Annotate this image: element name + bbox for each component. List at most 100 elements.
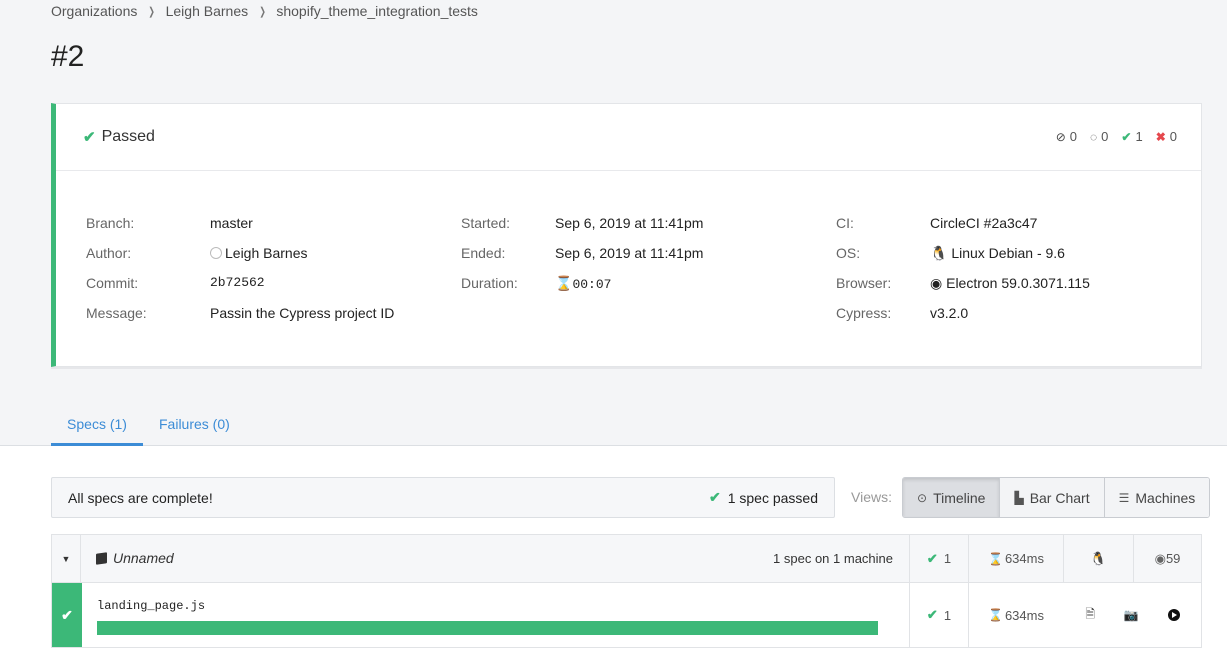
caret-down-icon: ▼ [61, 553, 71, 564]
check-icon: ✔ [1121, 129, 1132, 144]
chevron-right-icon: ❯ [148, 5, 156, 18]
ci-link[interactable]: CircleCI #2a3c47 [930, 215, 1037, 231]
group-browser: ◉ 59 [1133, 535, 1201, 582]
failed-count: ✖ 0 [1155, 129, 1177, 144]
chrome-icon: ◉ [1154, 550, 1166, 566]
passed-count: ✔ 1 [1121, 129, 1143, 144]
spec-row[interactable]: ✔ landing_page.js ✔ 1 ⌛ 634ms 🗎 📷 [51, 583, 1202, 648]
spec-passed: ✔ 1 [909, 583, 968, 647]
hourglass-icon: ⌛ [555, 275, 573, 291]
check-icon: ✔ [926, 607, 938, 622]
alert-message: All specs are complete! [68, 489, 213, 506]
page-title: #2 [51, 40, 85, 73]
spec-passed-status: ✔ [52, 583, 82, 647]
meta-label: Ended: [461, 245, 506, 261]
check-icon: ✔ [83, 129, 96, 146]
meta-duration: Duration: ⌛00:07 [461, 275, 841, 305]
skipped-count: ⊘ 0 [1055, 129, 1078, 144]
specs-complete-alert: All specs are complete! ✔ 1 spec passed [51, 477, 835, 518]
tab-failures[interactable]: Failures (0) [159, 405, 230, 446]
breadcrumb-organization[interactable]: Leigh Barnes [166, 3, 249, 19]
group-duration: ⌛ 634ms [968, 535, 1063, 582]
meta-author: Author: Leigh Barnes [86, 245, 466, 275]
meta-label: Branch: [86, 215, 135, 231]
machine-count: 1 spec on 1 machine [773, 551, 893, 566]
browser-value: ◉ Electron 59.0.3071.115 [930, 275, 1090, 291]
bar-chart-icon: ▙ [1014, 490, 1024, 505]
spec-group-row: ▼ Unnamed 1 spec on 1 machine ✔ 1 ⌛ 634ms … [51, 534, 1202, 583]
ban-icon: ⊘ [1055, 129, 1066, 144]
bar-chart-view-button[interactable]: ▙ Bar Chart [999, 478, 1104, 517]
chrome-icon: ◉ [930, 275, 943, 291]
linux-icon: 🐧 [930, 245, 948, 261]
times-icon: ✖ [1155, 129, 1166, 144]
collapse-toggle[interactable]: ▼ [52, 535, 81, 582]
spec-name: landing_page.js [97, 599, 206, 613]
meta-cypress: Cypress: v3.2.0 [836, 305, 1216, 335]
started-value: Sep 6, 2019 at 11:41pm [555, 215, 704, 231]
machines-view-button[interactable]: ☰ Machines [1103, 478, 1210, 517]
run-summary-card: ✔ Passed ⊘ 0 ◌ 0 ✔ 1 ✖ 0 Branch: master Auth… [51, 103, 1202, 367]
breadcrumb-project[interactable]: shopify_theme_integration_tests [276, 3, 478, 19]
meta-commit: Commit: 2b72562 [86, 275, 466, 305]
run-meta-mid: Started: Sep 6, 2019 at 11:41pm Ended: S… [461, 215, 841, 305]
author-value: Leigh Barnes [210, 245, 308, 261]
camera-icon: 📷 [1123, 608, 1139, 622]
meta-label: Browser: [836, 275, 892, 291]
file-icon[interactable]: 🗎 [1085, 605, 1095, 626]
chevron-right-icon: ❯ [259, 5, 266, 18]
commit-link[interactable]: 2b72562 [210, 275, 265, 290]
os-value: 🐧 Linux Debian - 9.6 [930, 245, 1065, 261]
meta-ended: Ended: Sep 6, 2019 at 11:41pm [461, 245, 841, 275]
meta-branch: Branch: master [86, 215, 466, 245]
branch-value: master [210, 215, 253, 231]
tab-bar: Specs (1) Failures (0) [0, 405, 1227, 446]
check-icon: ✔ [61, 606, 73, 623]
group-passed: ✔ 1 [909, 535, 968, 582]
spec-timeline-bar [97, 621, 878, 635]
play-circle-icon[interactable] [1167, 609, 1180, 621]
linux-icon: 🐧 [1090, 550, 1107, 566]
meta-browser: Browser: ◉ Electron 59.0.3071.115 [836, 275, 1216, 305]
meta-label: Message: [86, 305, 147, 321]
spec-actions: 🗎 📷 [1063, 583, 1202, 647]
server-icon: ☰ [1118, 490, 1130, 505]
meta-message: Message: Passin the Cypress project ID [86, 305, 466, 335]
hourglass-icon: ⌛ [988, 608, 1003, 622]
avatar-icon [210, 247, 222, 259]
meta-started: Started: Sep 6, 2019 at 11:41pm [461, 215, 841, 245]
breadcrumb: Organizations ❯ Leigh Barnes ❯ shopify_t… [51, 3, 478, 19]
views-label: Views: [851, 489, 892, 505]
check-icon: ✔ [708, 489, 721, 505]
meta-label: Author: [86, 245, 132, 261]
hourglass-icon: ⌛ [988, 551, 1003, 566]
clock-icon: ⊙ [917, 490, 928, 505]
meta-label: CI: [836, 215, 854, 231]
cypress-version: v3.2.0 [930, 305, 969, 321]
timeline-view-button[interactable]: ⊙ Timeline [903, 478, 1000, 517]
ended-value: Sep 6, 2019 at 11:41pm [555, 245, 704, 261]
run-meta-right: CI: CircleCI #2a3c47 OS: 🐧 Linux Debian … [836, 215, 1216, 335]
run-counts: ⊘ 0 ◌ 0 ✔ 1 ✖ 0 [1043, 129, 1177, 144]
circle-notch-icon: ◌ [1090, 129, 1098, 144]
meta-os: OS: 🐧 Linux Debian - 9.6 [836, 245, 1216, 275]
group-name: Unnamed [96, 550, 174, 566]
run-status-header: ✔ Passed ⊘ 0 ◌ 0 ✔ 1 ✖ 0 [56, 104, 1201, 171]
cube-icon [96, 551, 107, 565]
duration-value: ⌛00:07 [555, 275, 612, 292]
meta-ci: CI: CircleCI #2a3c47 [836, 215, 1216, 245]
meta-label: Commit: [86, 275, 139, 291]
specs-panel: All specs are complete! ✔ 1 spec passed … [0, 446, 1227, 656]
spec-duration: ⌛ 634ms [968, 583, 1063, 647]
breadcrumb-organizations[interactable]: Organizations [51, 3, 137, 19]
run-meta-left: Branch: master Author: Leigh Barnes Comm… [86, 215, 466, 335]
alert-summary: ✔ 1 spec passed [708, 489, 818, 506]
run-status-label: Passed [101, 128, 155, 145]
check-icon: ✔ [926, 550, 938, 566]
commit-message: Passin the Cypress project ID [210, 305, 395, 321]
tab-specs[interactable]: Specs (1) [51, 405, 143, 446]
meta-label: Duration: [461, 275, 518, 291]
meta-label: OS: [836, 245, 861, 261]
meta-label: Cypress: [836, 305, 892, 321]
group-os: 🐧 [1063, 535, 1133, 582]
